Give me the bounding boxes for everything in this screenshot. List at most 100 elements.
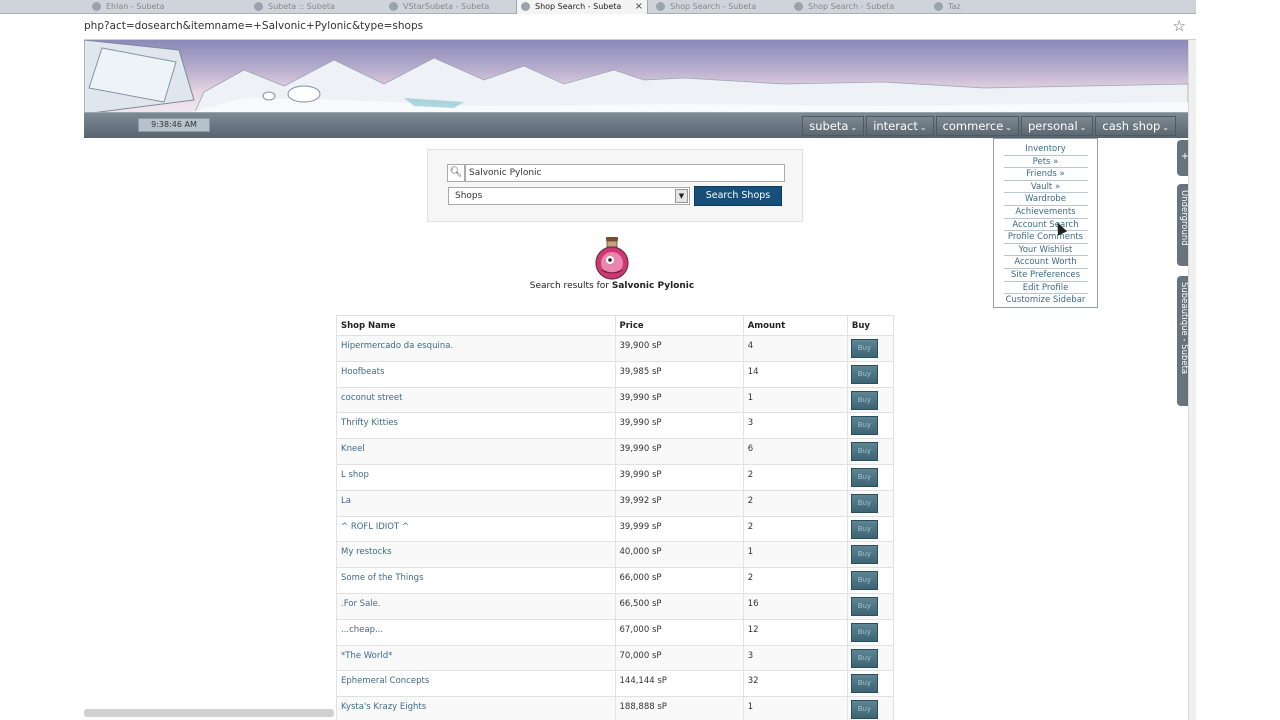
menu-item-profile-comments[interactable]: Profile Comments (1003, 231, 1088, 244)
personal-dropdown-menu: Inventory Pets » Friends » Vault » Wardr… (993, 138, 1098, 308)
amount-cell: 2 (742, 489, 848, 517)
shop-name-link[interactable]: ^ ROFL IDIOT ^ (336, 515, 616, 543)
nav-commerce[interactable]: commerce ⌄ (935, 116, 1019, 136)
buy-button[interactable]: Buy (850, 622, 878, 642)
shop-name-link[interactable]: .For Sale. (336, 592, 616, 620)
table-row: ...cheap... 67,000 sP 12 Buy (336, 618, 895, 646)
browser-tab[interactable]: VStarSubeta - Subeta (385, 0, 510, 14)
table-row: Thrifty Kitties 39,990 sP 3 Buy (336, 412, 895, 440)
shop-name-link[interactable]: Some of the Things (336, 567, 616, 594)
shop-search-form: 🔍︎ Salvonic Pylonic Shops ▼ Search Shops (427, 149, 803, 222)
buy-button[interactable]: Buy (850, 416, 878, 436)
browser-tab[interactable]: Taz (930, 0, 990, 14)
shop-name-link[interactable]: Thrifty Kitties (336, 412, 616, 440)
browser-tab[interactable]: Subeta :: Subeta (250, 0, 380, 14)
shop-results-table: Shop Name Price Amount Buy Hipermercado … (336, 315, 895, 720)
search-type-select[interactable]: Shops ▼ (448, 187, 690, 205)
buy-button[interactable]: Buy (850, 493, 878, 513)
buy-button[interactable]: Buy (850, 519, 878, 539)
column-header-shop-name: Shop Name (336, 315, 616, 336)
browser-window: Ehlan - Subeta Subeta :: Subeta VStarSub… (0, 0, 1280, 720)
menu-item-account-worth[interactable]: Account Worth (1003, 256, 1088, 269)
buy-cell: Buy (846, 618, 895, 646)
table-row: L shop 39,990 sP 2 Buy (336, 463, 895, 491)
buy-cell: Buy (846, 412, 895, 440)
buy-button[interactable]: Buy (850, 467, 878, 487)
amount-cell: 6 (742, 438, 848, 465)
search-shops-button[interactable]: Search Shops (694, 186, 782, 206)
amount-cell: 2 (742, 463, 848, 491)
menu-item-site-preferences[interactable]: Site Preferences (1003, 269, 1088, 282)
horizontal-scrollbar-thumb[interactable] (84, 709, 334, 717)
menu-item-friends[interactable]: Friends » (1003, 168, 1088, 181)
shop-name-link[interactable]: Hipermercado da esquina. (336, 335, 616, 362)
buy-button[interactable]: Buy (850, 390, 878, 410)
buy-cell: Buy (846, 541, 895, 569)
buy-cell: Buy (846, 489, 895, 517)
buy-button[interactable]: Buy (850, 674, 878, 694)
shop-name-link[interactable]: coconut street (336, 386, 616, 414)
price-cell: 39,990 sP (614, 463, 744, 491)
url-text[interactable]: php?act=dosearch&itemname=+Salvonic+Pylo… (84, 20, 423, 32)
buy-button[interactable]: Buy (850, 339, 878, 358)
buy-button[interactable]: Buy (850, 364, 878, 384)
vertical-scrollbar[interactable] (1188, 40, 1196, 720)
browser-tab-active[interactable]: Shop Search - Subeta × (516, 0, 648, 15)
menu-item-wardrobe[interactable]: Wardrobe (1003, 193, 1088, 206)
shop-name-link[interactable]: La (336, 489, 616, 517)
browser-tab[interactable]: Ehlan - Subeta (88, 0, 203, 14)
page-margin (1196, 0, 1280, 720)
buy-button[interactable]: Buy (850, 545, 878, 565)
table-body: Hipermercado da esquina. 39,900 sP 4 Buy Hoo… (336, 335, 895, 720)
buy-button[interactable]: Buy (850, 571, 878, 591)
price-cell: 70,000 sP (614, 644, 744, 672)
nav-personal[interactable]: personal ⌄ (1021, 116, 1094, 136)
amount-cell: 14 (742, 360, 848, 388)
shop-name-link[interactable]: Hoofbeats (336, 360, 616, 388)
amount-cell: 16 (742, 592, 848, 620)
nav-interact[interactable]: interact ⌄ (866, 116, 934, 136)
menu-item-pets[interactable]: Pets » (1003, 156, 1088, 169)
shop-name-link[interactable]: *The World* (336, 644, 616, 672)
buy-button[interactable]: Buy (850, 700, 878, 720)
buy-button[interactable]: Buy (850, 442, 878, 462)
amount-cell: 32 (742, 670, 848, 698)
browser-tab[interactable]: Shop Search - Subeta (790, 0, 915, 14)
buy-cell: Buy (846, 644, 895, 672)
menu-item-achievements[interactable]: Achievements (1003, 206, 1088, 219)
buy-cell: Buy (846, 592, 895, 620)
menu-item-vault[interactable]: Vault » (1003, 181, 1088, 194)
shop-name-link[interactable]: Kysta's Krazy Eights (336, 696, 616, 720)
amount-cell: 4 (742, 335, 848, 362)
buy-cell: Buy (846, 463, 895, 491)
menu-item-inventory[interactable]: Inventory (1003, 143, 1088, 156)
shop-name-link[interactable]: My restocks (336, 541, 616, 569)
buy-cell: Buy (846, 515, 895, 543)
close-tab-icon[interactable]: × (635, 0, 643, 13)
menu-item-account-search[interactable]: Account Search (1003, 219, 1088, 232)
shop-name-link[interactable]: Ephemeral Concepts (336, 670, 616, 698)
chevron-down-icon: ⌄ (1079, 123, 1087, 132)
amount-cell: 1 (742, 696, 848, 720)
table-header-row: Shop Name Price Amount Buy (336, 315, 895, 336)
dropdown-arrow-icon[interactable]: ▼ (675, 189, 688, 203)
nav-cash-shop[interactable]: cash shop ⌄ (1095, 116, 1176, 136)
browser-tab[interactable]: Shop Search - Subeta (652, 0, 782, 14)
item-name-input[interactable]: Salvonic Pylonic (465, 164, 785, 182)
buy-button[interactable]: Buy (850, 596, 878, 616)
amount-cell: 3 (742, 644, 848, 672)
bookmark-star-icon[interactable]: ☆ (1173, 17, 1186, 35)
shop-name-link[interactable]: ...cheap... (336, 618, 616, 646)
buy-button[interactable]: Buy (850, 648, 878, 668)
nav-subeta[interactable]: subeta ⌄ (802, 116, 865, 136)
price-cell: 67,000 sP (614, 618, 744, 646)
table-row: La 39,992 sP 2 Buy (336, 489, 895, 517)
item-potion-image (595, 237, 629, 280)
menu-item-your-wishlist[interactable]: Your Wishlist (1003, 244, 1088, 257)
favicon-icon (92, 2, 101, 11)
menu-item-edit-profile[interactable]: Edit Profile (1003, 282, 1088, 295)
address-bar[interactable]: php?act=dosearch&itemname=+Salvonic+Pylo… (84, 14, 1196, 40)
shop-name-link[interactable]: Kneel (336, 438, 616, 465)
menu-item-customize-sidebar[interactable]: Customize Sidebar (1004, 294, 1088, 307)
shop-name-link[interactable]: L shop (336, 463, 616, 491)
